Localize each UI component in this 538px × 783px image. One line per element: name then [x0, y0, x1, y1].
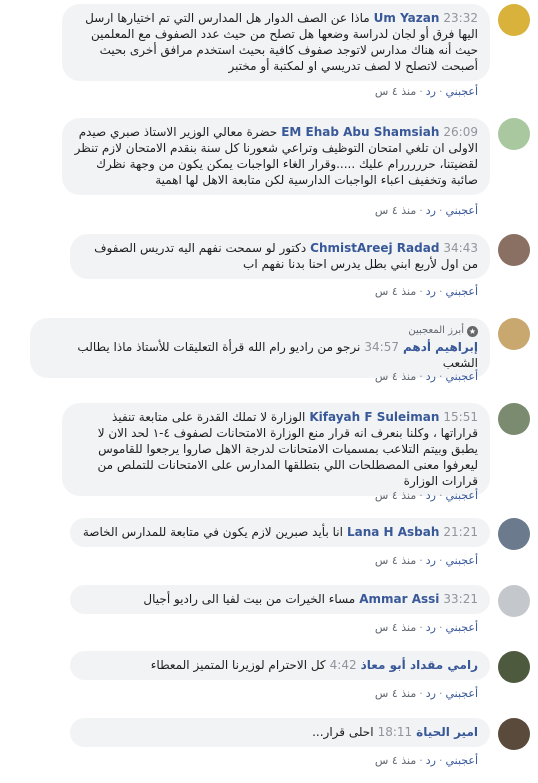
separator-dot: · [419, 370, 423, 383]
author-name[interactable]: Kifayah F Suleiman [309, 410, 439, 424]
like-link[interactable]: أعجبني [445, 554, 478, 567]
comment-bubble: Um Yazan 23:32ماذا عن الصف الدوار هل المد… [62, 4, 490, 81]
separator-dot: · [419, 489, 423, 502]
comment-bubble: Kifayah F Suleiman 15:51الوزارة لا تملك ا… [62, 403, 490, 496]
comment-age[interactable]: منذ ٤ س [375, 754, 416, 767]
like-link[interactable]: أعجبني [445, 285, 478, 298]
separator-dot: · [419, 621, 423, 634]
timestamp[interactable]: 4:42 [330, 658, 357, 672]
reply-link[interactable]: رد [426, 370, 436, 383]
like-link[interactable]: أعجبني [445, 85, 478, 98]
separator-dot: · [438, 85, 443, 98]
avatar[interactable] [498, 718, 530, 750]
like-link[interactable]: أعجبني [445, 621, 478, 634]
avatar[interactable] [498, 234, 530, 266]
comment-text: احلى قرار... [312, 725, 374, 739]
timestamp[interactable]: 34:43 [443, 241, 478, 255]
comment-actions: أعجبني·رد·منذ ٤ س [375, 489, 478, 503]
author-name[interactable]: ChmistAreej Radad [310, 241, 439, 255]
reply-link[interactable]: رد [426, 754, 436, 767]
separator-dot: · [419, 85, 423, 98]
avatar[interactable] [498, 518, 530, 550]
separator-dot: · [438, 370, 443, 383]
reply-link[interactable]: رد [426, 554, 436, 567]
comment-bubble: ChmistAreej Radad 34:43دكتور لو سمحت نفهم… [70, 234, 490, 279]
comment-age[interactable]: منذ ٤ س [375, 204, 416, 217]
separator-dot: · [419, 285, 423, 298]
comment-age[interactable]: منذ ٤ س [375, 687, 416, 700]
like-link[interactable]: أعجبني [445, 754, 478, 767]
comment-age[interactable]: منذ ٤ س [375, 85, 416, 98]
timestamp[interactable]: 21:21 [443, 525, 478, 539]
author-name[interactable]: إبراهيم أدهم [403, 340, 478, 354]
comment-actions: أعجبني·رد·منذ ٤ س [375, 621, 478, 635]
separator-dot: · [438, 554, 443, 567]
separator-dot: · [438, 285, 443, 298]
comments-feed: Um Yazan 23:32ماذا عن الصف الدوار هل المد… [0, 0, 538, 783]
avatar[interactable] [498, 651, 530, 683]
timestamp[interactable]: 23:32 [443, 11, 478, 25]
comment-bubble: امير الحياة18:11 احلى قرار... [70, 718, 490, 747]
avatar[interactable] [498, 403, 530, 435]
comment-age[interactable]: منذ ٤ س [375, 489, 416, 502]
separator-dot: · [438, 621, 443, 634]
like-link[interactable]: أعجبني [445, 370, 478, 383]
author-name[interactable]: Um Yazan [374, 11, 440, 25]
comment-bubble: Ammar Assi 33:21 مساء الخيرات من بيت لفيا … [70, 585, 490, 614]
author-name[interactable]: رامي مقداد أبو معاذ [361, 658, 478, 672]
timestamp[interactable]: 15:51 [443, 410, 478, 424]
separator-dot: · [438, 204, 443, 217]
author-name[interactable]: Lana H Asbah [347, 525, 439, 539]
comment-actions: أعجبني·رد·منذ ٤ س [375, 204, 478, 218]
comment-age[interactable]: منذ ٤ س [375, 621, 416, 634]
reply-link[interactable]: رد [426, 489, 436, 502]
comment-text: كل الاحترام لوزيرنا المتميز المعطاء [150, 658, 326, 672]
comment-bubble: EM Ehab Abu Shamsiah 26:09حضرة معالي الوز… [62, 118, 490, 195]
author-name[interactable]: امير الحياة [416, 725, 478, 739]
comment-age[interactable]: منذ ٤ س [375, 554, 416, 567]
star-icon: ★ [467, 326, 478, 337]
separator-dot: · [438, 489, 443, 502]
timestamp[interactable]: 18:11 [378, 725, 413, 739]
like-link[interactable]: أعجبني [445, 489, 478, 502]
comment-bubble: Lana H Asbah 21:21 انا بأيد صبرين لازم يكو… [70, 518, 490, 547]
badge-label: أبرز المعجبين [408, 325, 464, 336]
comment-age[interactable]: منذ ٤ س [375, 285, 416, 298]
avatar[interactable] [498, 318, 530, 350]
comment-age[interactable]: منذ ٤ س [375, 370, 416, 383]
comment-actions: أعجبني·رد·منذ ٤ س [375, 370, 478, 384]
separator-dot: · [419, 204, 423, 217]
reply-link[interactable]: رد [426, 85, 436, 98]
comment-bubble: رامي مقداد أبو معاذ 4:42 كل الاحترام لوزير… [70, 651, 490, 680]
separator-dot: · [419, 554, 423, 567]
timestamp[interactable]: 33:21 [443, 592, 478, 606]
comment-bubble: ★أبرز المعجبين إبراهيم أدهم34:57نرجو من … [30, 318, 490, 378]
timestamp[interactable]: 34:57 [364, 340, 399, 354]
avatar[interactable] [498, 585, 530, 617]
author-name[interactable]: Ammar Assi [359, 592, 439, 606]
comment-text: انا بأيد صبرين لازم يكون في متابعة للمدا… [82, 525, 343, 539]
separator-dot: · [438, 754, 443, 767]
reply-link[interactable]: رد [426, 621, 436, 634]
avatar[interactable] [498, 118, 530, 150]
comment-actions: أعجبني·رد·منذ ٤ س [375, 285, 478, 299]
top-fan-badge: ★أبرز المعجبين [42, 324, 478, 338]
reply-link[interactable]: رد [426, 687, 436, 700]
comment-text: مساء الخيرات من بيت لفيا الى راديو أجيال [143, 592, 356, 606]
comment-actions: أعجبني·رد·منذ ٤ س [375, 85, 478, 99]
separator-dot: · [419, 754, 423, 767]
reply-link[interactable]: رد [426, 285, 436, 298]
timestamp[interactable]: 26:09 [443, 125, 478, 139]
separator-dot: · [438, 687, 443, 700]
separator-dot: · [419, 687, 423, 700]
avatar[interactable] [498, 4, 530, 36]
comment-actions: أعجبني·رد·منذ ٤ س [375, 554, 478, 568]
like-link[interactable]: أعجبني [445, 687, 478, 700]
author-name[interactable]: EM Ehab Abu Shamsiah [281, 125, 439, 139]
reply-link[interactable]: رد [426, 204, 436, 217]
like-link[interactable]: أعجبني [445, 204, 478, 217]
comment-actions: أعجبني·رد·منذ ٤ س [375, 687, 478, 701]
comment-actions: أعجبني·رد·منذ ٤ س [375, 754, 478, 768]
